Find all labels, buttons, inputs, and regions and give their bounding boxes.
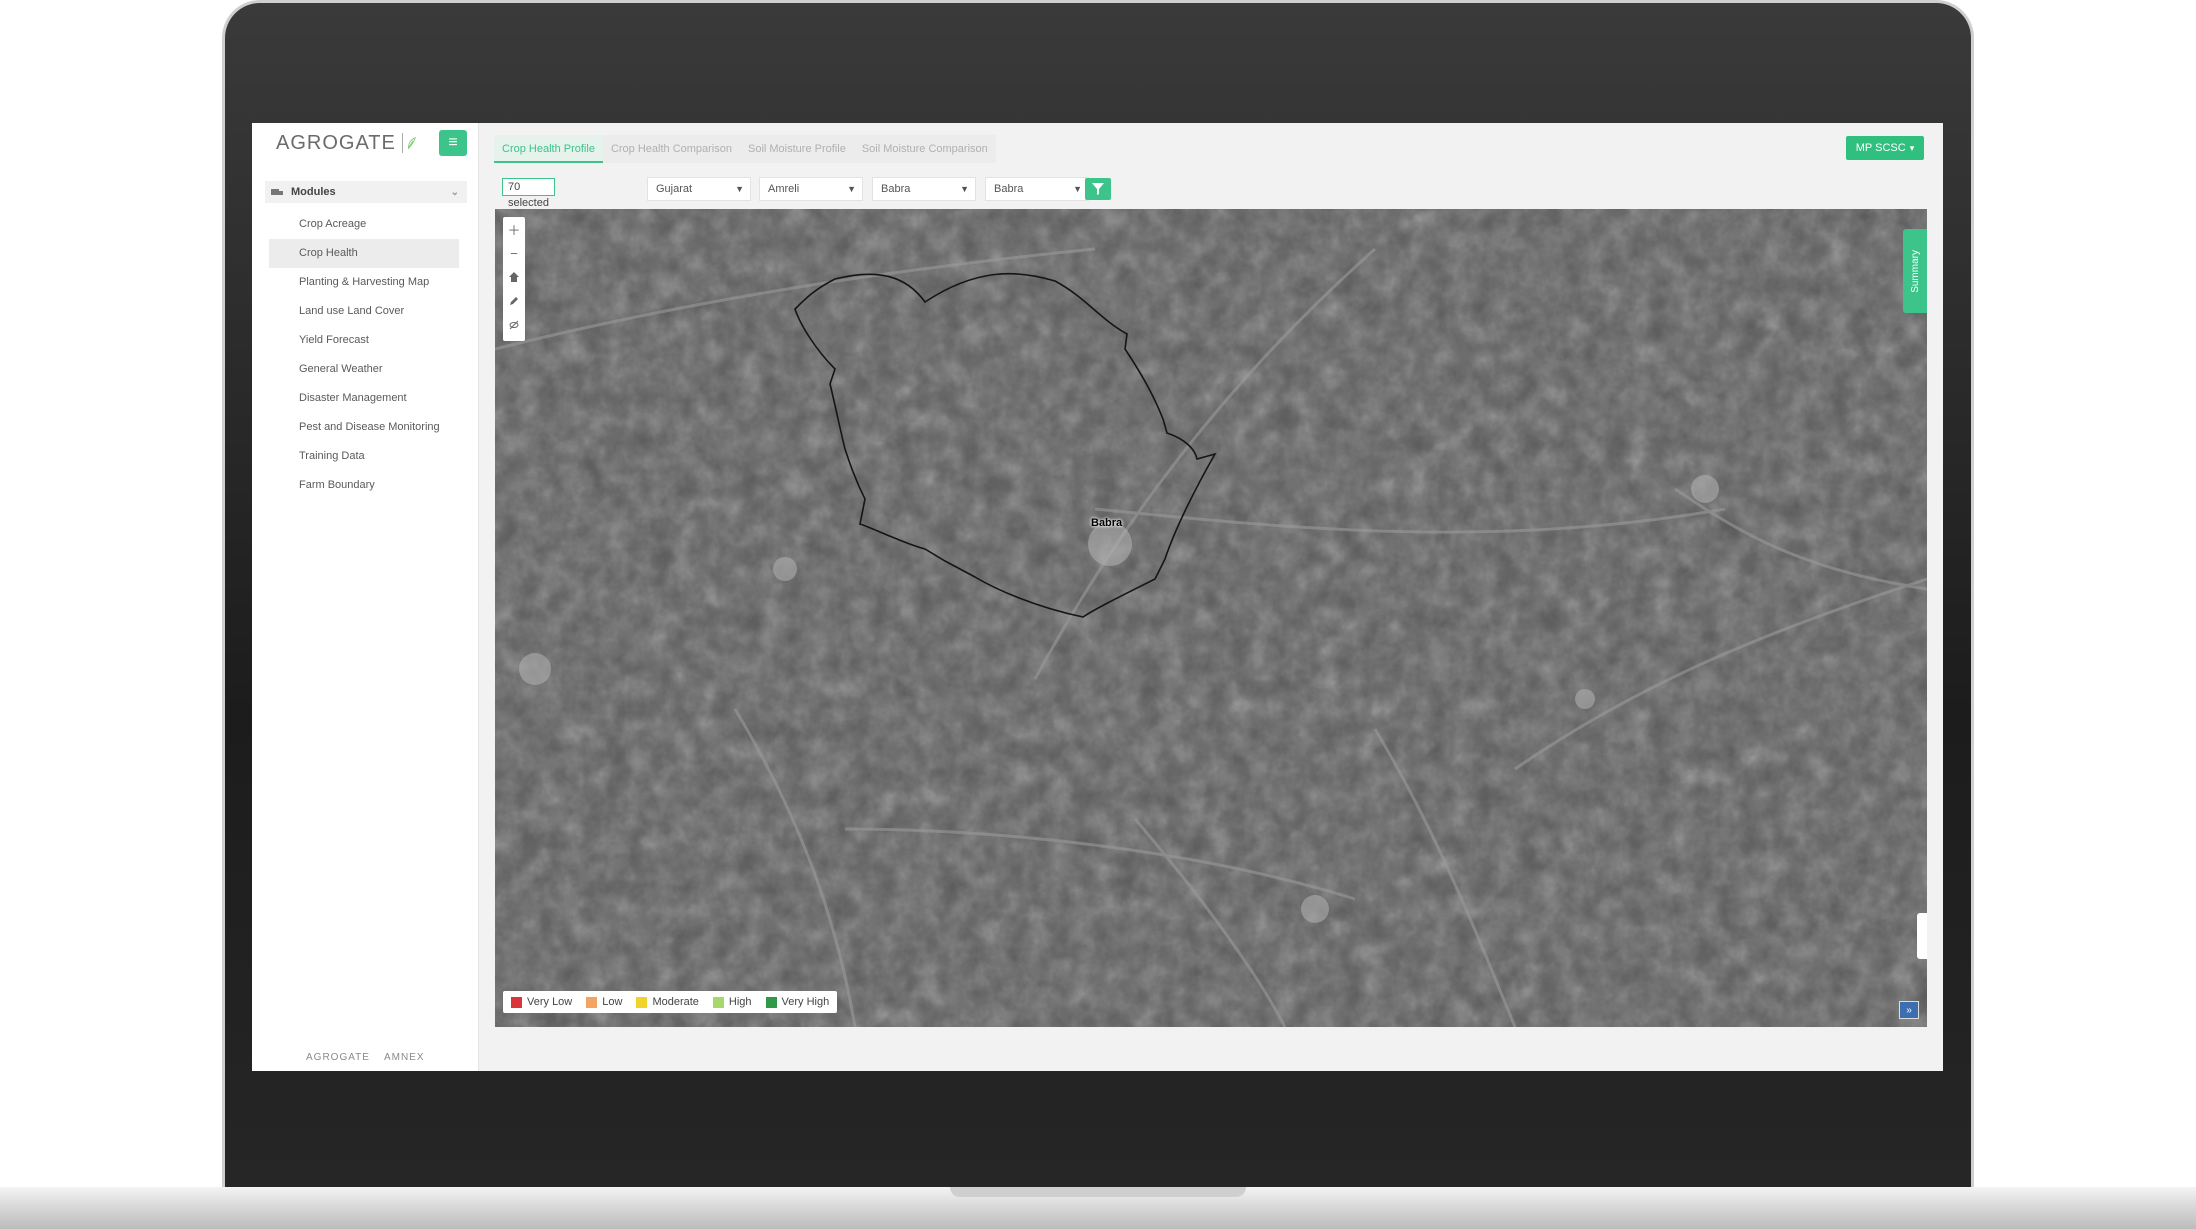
app-screen: AGROGATE ≡ Modules ⌄ Crop Acreage Crop H…	[252, 123, 1943, 1071]
village-value: Babra	[994, 183, 1024, 195]
pencil-icon	[510, 297, 518, 305]
legend-item-low: Low	[586, 996, 622, 1008]
map-controls: ＋ −	[503, 217, 525, 341]
taluka-value: Babra	[881, 183, 911, 195]
caret-down-icon: ▼	[735, 184, 744, 194]
org-selector-button[interactable]: MP SCSC ▾	[1846, 136, 1924, 160]
apply-filter-button[interactable]	[1085, 178, 1111, 200]
eye-off-icon	[509, 320, 519, 330]
legend-label: Very Low	[527, 996, 573, 1008]
module-item-planting-harvesting[interactable]: Planting & Harvesting Map	[269, 268, 459, 297]
module-item-training-data[interactable]: Training Data	[269, 442, 459, 471]
satellite-map[interactable]: Babra ＋ − Summary Very Low Low Moderate …	[495, 209, 1927, 1027]
legend-swatch	[636, 996, 648, 1008]
health-legend: Very Low Low Moderate High Very High	[503, 991, 838, 1013]
module-item-lulc[interactable]: Land use Land Cover	[269, 297, 459, 326]
tab-crop-health-profile[interactable]: Crop Health Profile	[494, 135, 603, 163]
legend-item-very-low: Very Low	[511, 996, 572, 1008]
module-item-farm-boundary[interactable]: Farm Boundary	[269, 471, 459, 500]
panel-resize-handle[interactable]	[1917, 913, 1927, 959]
legend-swatch	[586, 996, 598, 1008]
sidebar-footer: AGROGATE AMNEX	[306, 1052, 425, 1063]
selected-count: 70 selected	[508, 181, 549, 209]
module-item-disaster-management[interactable]: Disaster Management	[269, 384, 459, 413]
menu-toggle-button[interactable]: ≡	[439, 130, 467, 156]
module-item-yield-forecast[interactable]: Yield Forecast	[269, 326, 459, 355]
double-chevron-right-icon: »	[1906, 1004, 1912, 1016]
caret-down-icon: ▼	[960, 184, 969, 194]
legend-label: Moderate	[652, 996, 699, 1008]
district-value: Amreli	[768, 183, 800, 195]
module-item-general-weather[interactable]: General Weather	[269, 355, 459, 384]
expand-panel-button[interactable]: »	[1899, 1001, 1919, 1019]
module-item-crop-acreage[interactable]: Crop Acreage	[269, 210, 459, 239]
caret-down-icon: ▼	[1073, 184, 1082, 194]
legend-label: High	[728, 996, 752, 1008]
legend-item-high: High	[712, 996, 752, 1008]
module-item-crop-health[interactable]: Crop Health	[269, 239, 459, 268]
footer-brand: AGROGATE	[306, 1052, 370, 1063]
satellite-imagery	[495, 209, 1927, 1027]
legend-label: Low	[602, 996, 623, 1008]
chevron-down-icon: ▾	[1909, 142, 1915, 153]
laptop-notch	[950, 1187, 1246, 1197]
legend-swatch	[511, 996, 522, 1008]
home-button[interactable]	[503, 265, 525, 289]
summary-label: Summary	[1909, 249, 1921, 293]
legend-swatch	[765, 996, 777, 1008]
draw-button[interactable]	[503, 289, 525, 313]
visibility-button[interactable]	[503, 313, 525, 337]
state-value: Gujarat	[656, 183, 693, 195]
sidebar: AGROGATE ≡ Modules ⌄ Crop Acreage Crop H…	[252, 123, 479, 1071]
tab-soil-moisture-comparison[interactable]: Soil Moisture Comparison	[854, 135, 996, 163]
profile-tabs: Crop Health Profile Crop Health Comparis…	[494, 135, 996, 163]
state-dropdown[interactable]: Gujarat ▼	[647, 177, 751, 201]
filter-icon	[1092, 183, 1104, 195]
place-label: Babra	[1091, 517, 1123, 529]
module-list: Crop Acreage Crop Health Planting & Harv…	[269, 210, 459, 500]
legend-swatch	[712, 996, 724, 1008]
footer-partner: AMNEX	[383, 1052, 425, 1063]
tab-soil-moisture-profile[interactable]: Soil Moisture Profile	[740, 135, 854, 163]
selected-tag[interactable]: 70 selected ✕	[502, 178, 555, 225]
modules-label: Modules	[291, 186, 336, 198]
village-dropdown[interactable]: Babra ▼	[985, 177, 1089, 201]
brand-name: AGROGATE	[276, 131, 396, 154]
hamburger-icon: ≡	[448, 134, 458, 151]
legend-label: Very High	[781, 996, 830, 1008]
chevron-down-icon: ⌄	[450, 186, 459, 198]
modules-icon	[271, 189, 283, 195]
tab-crop-health-comparison[interactable]: Crop Health Comparison	[603, 135, 740, 163]
district-dropdown[interactable]: Amreli ▼	[759, 177, 863, 201]
module-item-pest-disease[interactable]: Pest and Disease Monitoring	[269, 413, 459, 442]
home-icon	[509, 272, 519, 282]
modules-header[interactable]: Modules ⌄	[265, 181, 467, 203]
legend-item-moderate: Moderate	[636, 996, 699, 1008]
taluka-dropdown[interactable]: Babra ▼	[872, 177, 976, 201]
org-label: MP SCSC	[1855, 142, 1906, 154]
zoom-out-button[interactable]: −	[503, 241, 525, 265]
zoom-in-button[interactable]: ＋	[503, 217, 525, 241]
legend-item-very-high: Very High	[765, 996, 830, 1008]
leaf-icon	[401, 133, 416, 153]
summary-panel-toggle[interactable]: Summary	[1903, 229, 1927, 313]
caret-down-icon: ▼	[847, 184, 856, 194]
brand-logo[interactable]: AGROGATE	[276, 129, 416, 157]
